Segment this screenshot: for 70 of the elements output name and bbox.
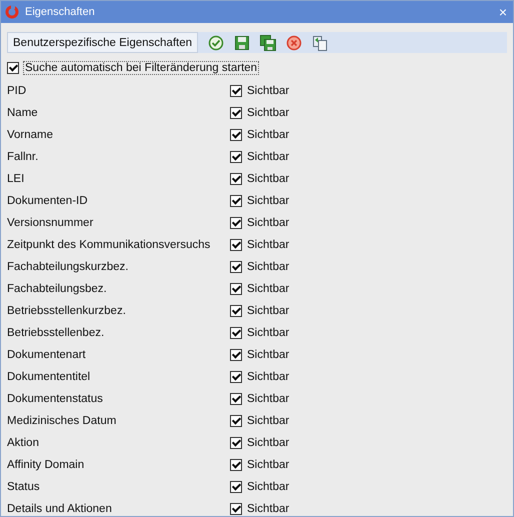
checkbox-label[interactable]: Sichtbar [247,371,290,383]
checkbox[interactable] [230,415,242,427]
property-name: Zeitpunkt des Kommunikationsversuchs [7,239,212,251]
checkbox[interactable] [230,107,242,119]
checkbox-label[interactable]: Sichtbar [247,327,290,339]
checkbox[interactable] [230,459,242,471]
checkbox[interactable] [230,85,242,97]
checkbox[interactable] [230,195,242,207]
checkbox-label[interactable]: Sichtbar [247,195,290,207]
checkbox-label[interactable]: Sichtbar [247,85,290,97]
checkbox[interactable] [230,349,242,361]
property-name: PID [7,85,28,97]
checkbox-label[interactable]: Sichtbar [247,459,290,471]
checkbox-label[interactable]: Sichtbar [247,173,290,185]
checkbox-label[interactable]: Sichtbar [247,261,290,273]
checkbox[interactable] [230,481,242,493]
property-name: Details und Aktionen [7,503,113,515]
property-name: Betriebsstellenkurzbez. [7,305,127,317]
checkbox-label[interactable]: Sichtbar [247,239,290,251]
property-name: Dokumentenart [7,349,87,361]
close-button[interactable]: × [496,5,509,19]
checkmark-circle-icon[interactable] [208,34,224,50]
property-name: Vorname [7,129,54,141]
checkbox-label[interactable]: Sichtbar [247,151,290,163]
checkbox[interactable] [230,129,242,141]
checkbox[interactable] [230,393,242,405]
property-name: Dokumenten-ID [7,195,89,207]
checkbox-label[interactable]: Sichtbar [247,305,290,317]
checkbox[interactable] [230,173,242,185]
floppy-disks-icon[interactable] [260,34,276,50]
checkbox[interactable] [230,437,242,449]
property-name: Fachabteilungsbez. [7,283,108,295]
checkbox[interactable] [230,327,242,339]
checkbox-label[interactable]: Sichtbar [247,283,290,295]
checkbox-label[interactable]: Sichtbar [247,503,290,515]
property-name: Fachabteilungskurzbez. [7,261,130,273]
property-name: Dokumentenstatus [7,393,104,405]
checkbox[interactable] [230,283,242,295]
checkbox-label[interactable]: Sichtbar [247,481,290,493]
ring-icon [5,5,19,19]
copy-icon[interactable] [312,34,328,50]
property-name: Versionsnummer [7,217,94,229]
checkbox-label[interactable]: Sichtbar [247,393,290,405]
property-name: Aktion [7,437,40,449]
property-name: LEI [7,173,26,185]
checkbox-label[interactable]: Sichtbar [247,437,290,449]
checkbox[interactable] [230,503,242,515]
checkbox-label[interactable]: Sichtbar [247,107,290,119]
property-name: Fallnr. [7,151,40,163]
property-name: Name [7,107,39,119]
property-name: Dokumententitel [7,371,92,383]
checkbox[interactable] [230,239,242,251]
checkbox-label[interactable]: Sichtbar [247,217,290,229]
checkbox-label[interactable]: Sichtbar [247,129,290,141]
checkbox[interactable] [230,151,242,163]
checkbox-label[interactable]: Suche automatisch bei Filteränderung starten [23,61,260,75]
checkbox[interactable] [230,371,242,383]
property-name: Betriebsstellenbez. [7,327,106,339]
checkbox[interactable] [230,305,242,317]
property-name: Affinity Domain [7,459,86,471]
property-name: Medizinisches Datum [7,415,118,427]
checkbox[interactable] [7,62,19,74]
cancel-icon[interactable] [286,34,302,50]
property-name: Status [7,481,41,493]
checkbox-label[interactable]: Sichtbar [247,349,290,361]
window-title: Eigenschaften [25,6,96,18]
checkbox[interactable] [230,217,242,229]
tab[interactable]: Benutzerspezifische Eigenschaften [7,32,198,53]
checkbox[interactable] [230,261,242,273]
checkbox-label[interactable]: Sichtbar [247,415,290,427]
